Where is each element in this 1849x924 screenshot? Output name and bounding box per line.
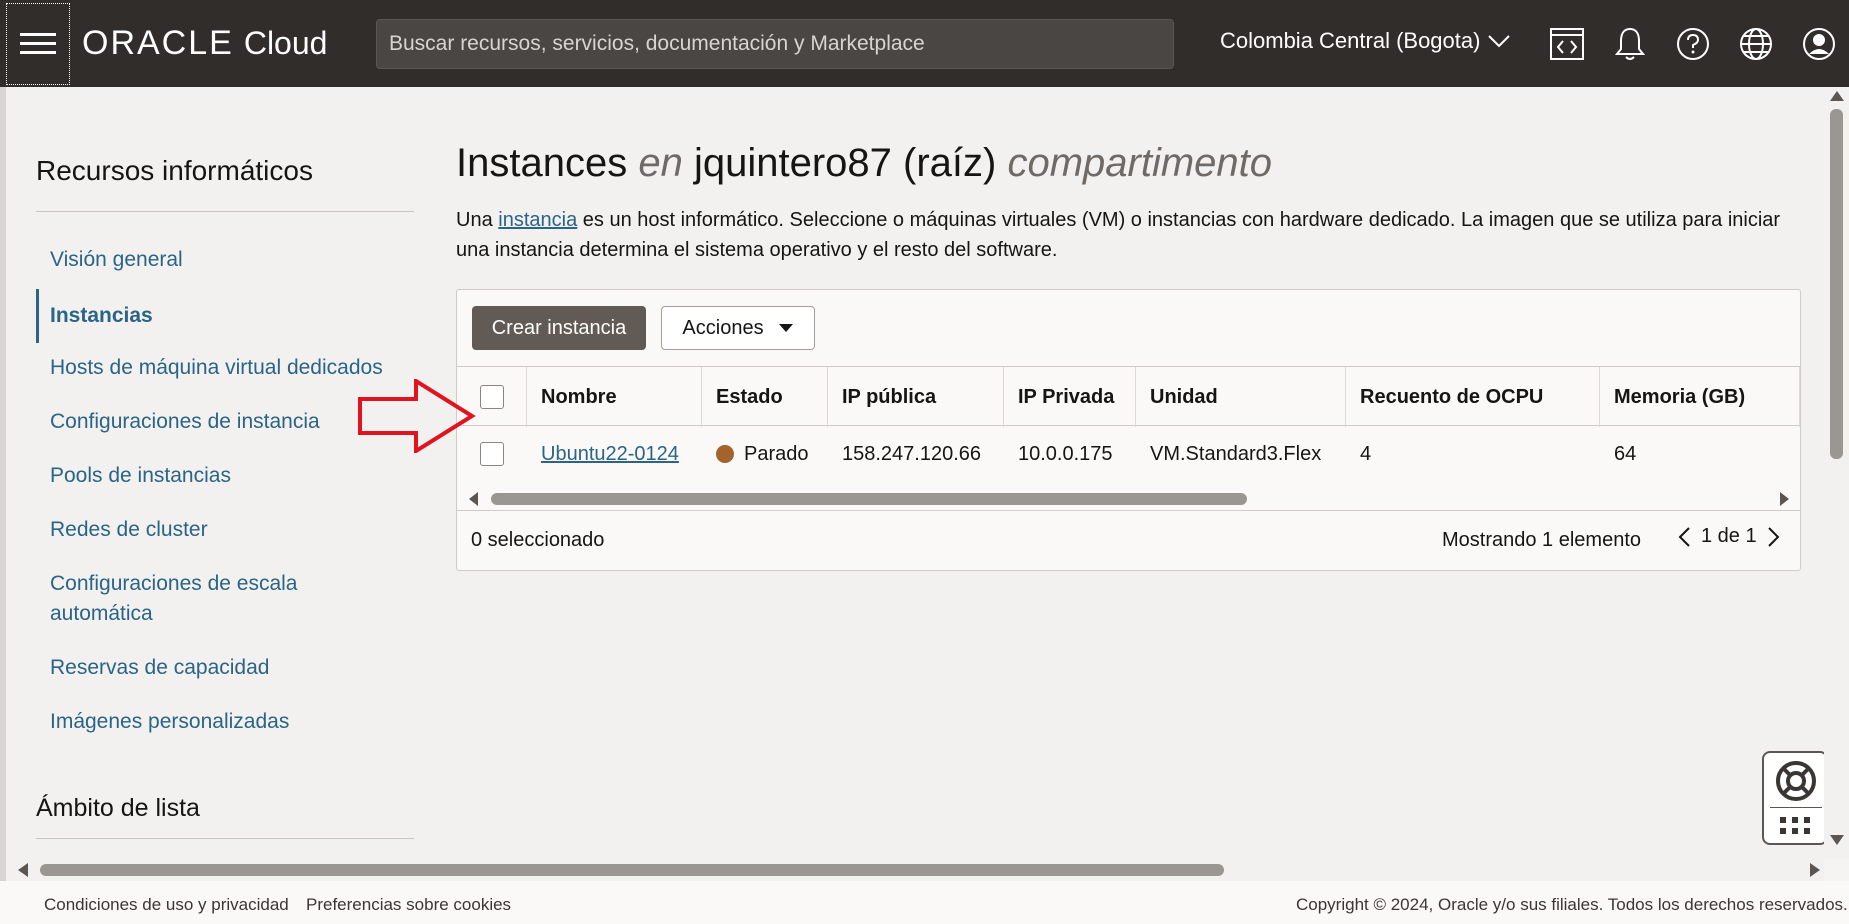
- chevron-right-icon[interactable]: [1767, 526, 1781, 548]
- column-header-memory[interactable]: Memoria (GB): [1600, 367, 1800, 427]
- page-indicator: 1 de 1: [1701, 525, 1757, 547]
- chevron-left-icon[interactable]: [1677, 526, 1691, 548]
- instance-name-link[interactable]: Ubuntu22-0124: [541, 443, 679, 466]
- actions-label: Acciones: [682, 316, 764, 339]
- table-scroll-thumb[interactable]: [491, 493, 1247, 505]
- list-scope-title: Ámbito de lista: [36, 794, 200, 822]
- terms-link[interactable]: Condiciones de uso y privacidad: [44, 895, 289, 915]
- active-indicator: [36, 289, 39, 343]
- page-vertical-scrollbar[interactable]: [1824, 87, 1849, 859]
- column-header-ocpu[interactable]: Recuento de OCPU: [1346, 367, 1600, 427]
- create-instance-button[interactable]: Crear instancia: [472, 306, 646, 350]
- region-selector[interactable]: Colombia Central (Bogota): [1220, 28, 1511, 54]
- page-description: Una instancia es un host informático. Se…: [456, 205, 1806, 265]
- sidebar-item-instance-pools[interactable]: Pools de instancias: [50, 461, 350, 491]
- pagination: 1 de 1: [1677, 525, 1781, 548]
- oracle-cloud-logo[interactable]: ORACLE Cloud: [82, 24, 327, 64]
- title-main: Instances: [456, 141, 628, 185]
- scroll-up-icon[interactable]: [1830, 91, 1844, 101]
- instance-ocpu: 4: [1360, 442, 1372, 465]
- sidebar-item-overview[interactable]: Visión general: [50, 245, 350, 275]
- code-editor-icon[interactable]: [1549, 26, 1585, 62]
- search-input[interactable]: Buscar recursos, servicios, documentació…: [376, 19, 1174, 69]
- column-header-name[interactable]: Nombre: [527, 367, 702, 427]
- table-header: Nombre Estado IP pública IP Privada Unid…: [457, 366, 1800, 427]
- region-label: Colombia Central (Bogota): [1220, 28, 1481, 53]
- actions-button[interactable]: Acciones: [661, 306, 815, 350]
- page-scroll-right-icon[interactable]: [1810, 863, 1820, 877]
- sidebar-item-instance-configurations[interactable]: Configuraciones de instancia: [50, 407, 350, 437]
- column-header-state[interactable]: Estado: [702, 367, 828, 427]
- page-footer: Condiciones de uso y privacidad Preferen…: [0, 881, 1849, 924]
- instance-name-cell: Ubuntu22-0124: [527, 426, 679, 482]
- apps-grid-icon[interactable]: [1778, 815, 1814, 837]
- menu-button[interactable]: [6, 3, 70, 85]
- instance-state-cell: Parado: [702, 426, 809, 482]
- column-header-public-ip[interactable]: IP pública: [828, 367, 1004, 427]
- page-scroll-left-icon[interactable]: [18, 863, 28, 877]
- sidebar-item-cluster-networks[interactable]: Redes de cluster: [50, 515, 350, 545]
- logo-cloud: Cloud: [243, 25, 328, 61]
- row-checkbox[interactable]: [480, 442, 504, 466]
- sidebar-item-autoscaling[interactable]: Configuraciones de escala automática: [50, 569, 340, 629]
- scope-divider: [36, 838, 414, 839]
- sidebar-item-dedicated-hosts[interactable]: Hosts de máquina virtual dedicados: [50, 353, 410, 383]
- instance-link[interactable]: instancia: [498, 209, 577, 231]
- lifebuoy-icon: [1776, 761, 1816, 801]
- scroll-left-icon[interactable]: [469, 492, 479, 506]
- page-horizontal-scrollbar[interactable]: [6, 859, 1824, 881]
- scroll-down-icon[interactable]: [1830, 835, 1844, 845]
- stopped-status-icon: [716, 445, 734, 463]
- copyright-text: Copyright © 2024, Oracle y/o sus filiale…: [1296, 895, 1848, 914]
- table-horizontal-scrollbar[interactable]: [469, 490, 1789, 506]
- instance-private-ip: 10.0.0.175: [1018, 442, 1113, 465]
- hamburger-icon: [20, 33, 56, 54]
- title-en: en: [638, 141, 683, 185]
- instance-state: Parado: [744, 442, 809, 465]
- instance-shape: VM.Standard3.Flex: [1150, 442, 1322, 465]
- page-hscroll-thumb[interactable]: [40, 864, 1224, 876]
- column-header-private-ip[interactable]: IP Privada: [1004, 367, 1136, 427]
- cookie-preferences-link[interactable]: Preferencias sobre cookies: [306, 895, 511, 915]
- help-icon[interactable]: [1675, 26, 1711, 62]
- table-footer: 0 seleccionado Mostrando 1 elemento 1 de…: [457, 510, 1800, 570]
- sidebar-item-custom-images[interactable]: Imágenes personalizadas: [50, 707, 350, 737]
- widget-divider: [1770, 807, 1822, 808]
- select-all-checkbox[interactable]: [479, 385, 504, 409]
- showing-count: Mostrando 1 elemento: [1442, 529, 1642, 551]
- instance-memory: 64: [1614, 442, 1637, 465]
- logo-oracle: ORACLE: [82, 24, 234, 62]
- globe-icon[interactable]: [1738, 26, 1774, 62]
- sidebar-item-instances[interactable]: Instancias: [50, 301, 350, 331]
- caret-down-icon: [778, 324, 793, 332]
- desc-before: Una: [456, 209, 493, 231]
- page-scroll-thumb[interactable]: [1830, 109, 1843, 459]
- page-title: Instances en jquintero87 (raíz) comparti…: [456, 141, 1272, 186]
- title-compartment: jquintero87 (raíz): [693, 141, 997, 185]
- bell-icon[interactable]: [1612, 26, 1648, 62]
- selected-count: 0 seleccionado: [471, 529, 605, 551]
- column-header-shape[interactable]: Unidad: [1136, 367, 1346, 427]
- chevron-down-icon: [1488, 35, 1511, 48]
- scroll-right-icon[interactable]: [1779, 492, 1789, 506]
- top-bar: ORACLE Cloud Buscar recursos, servicios,…: [0, 0, 1849, 87]
- instance-public-ip: 158.247.120.66: [842, 442, 982, 465]
- help-widget[interactable]: [1762, 751, 1828, 845]
- user-profile-icon[interactable]: [1801, 26, 1837, 62]
- main-content: Recursos informáticos Visión general Ins…: [6, 87, 1828, 859]
- sidebar-divider: [36, 211, 414, 212]
- instances-panel: Crear instancia Acciones Nombre Estado I…: [456, 289, 1801, 571]
- title-suffix: compartimento: [1007, 141, 1273, 185]
- annotation-arrow-icon: [358, 379, 476, 453]
- sidebar-title: Recursos informáticos: [36, 155, 313, 186]
- table-row: Ubuntu22-0124 Parado 158.247.120.66 10.0…: [457, 426, 1800, 482]
- sidebar-item-capacity-reservations[interactable]: Reservas de capacidad: [50, 653, 350, 683]
- desc-after: es un host informático. Seleccione o máq…: [456, 209, 1781, 261]
